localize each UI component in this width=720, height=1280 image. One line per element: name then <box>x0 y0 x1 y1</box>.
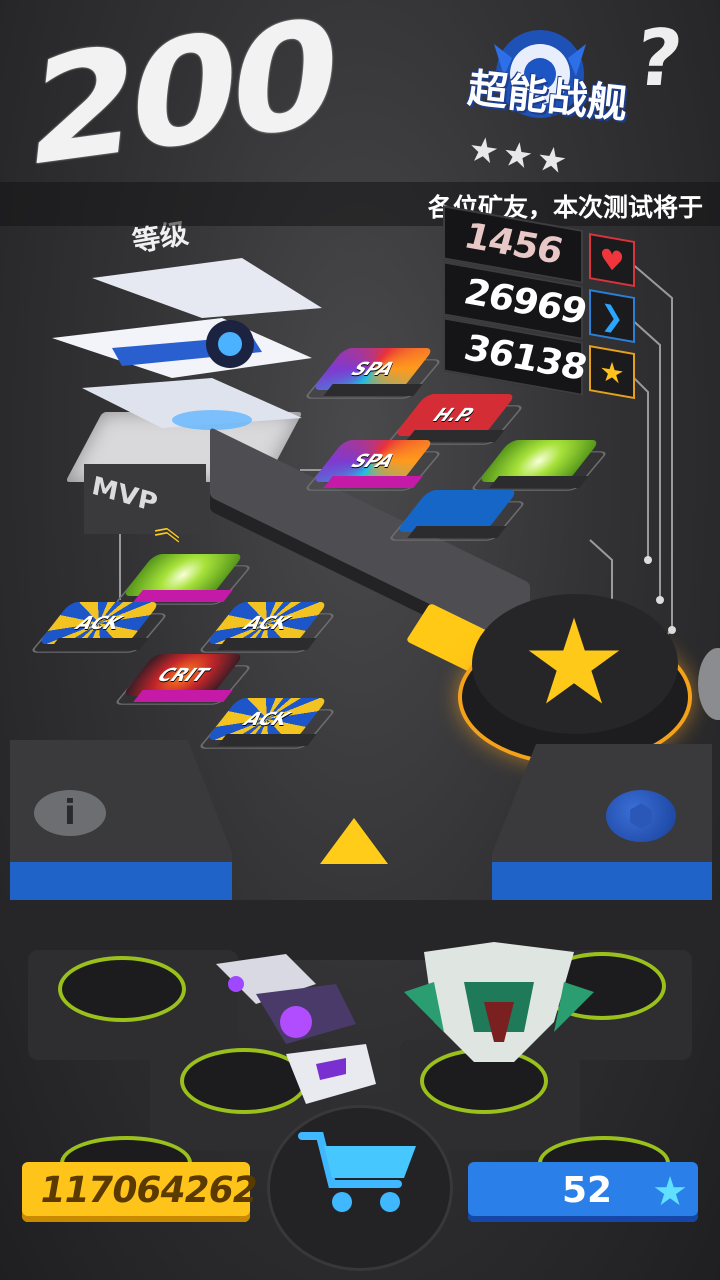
robot-purple[interactable] <box>196 944 396 1124</box>
speed-chevron-icon: ❯ <box>589 288 635 344</box>
chevron-up-icon: ︽ <box>154 510 181 548</box>
gem-balance-value: 52 <box>562 1170 613 1211</box>
coin-balance-value: 117064262 <box>36 1170 261 1211</box>
robot-slot[interactable] <box>58 956 186 1022</box>
game-screen: 200 等级 超能战舰 ★★★ ? 各位矿友，本次测试将于 1456 ♥ 269… <box>0 0 720 1280</box>
stat-hp-value: 1456 <box>459 216 567 273</box>
star-launch-button[interactable]: ★ <box>462 594 688 764</box>
gem-balance[interactable]: 52 ★ <box>468 1162 698 1222</box>
level-number: 200 <box>20 0 342 201</box>
robot-green[interactable] <box>404 942 594 1072</box>
shopping-cart-icon <box>298 1132 416 1212</box>
ball-icon[interactable]: ⬢ <box>606 790 676 842</box>
coin-balance: 117064262 <box>22 1162 260 1222</box>
scroll-up-arrow-icon[interactable] <box>320 818 388 864</box>
spaceship-model[interactable] <box>52 248 332 458</box>
heart-icon: ♥ <box>589 232 635 288</box>
star-icon: ★ <box>589 344 635 400</box>
star-icon: ★ <box>652 1169 688 1215</box>
module-tile-ack[interactable]: ACK <box>197 696 337 762</box>
help-button[interactable]: ? <box>620 14 698 104</box>
info-button[interactable]: i <box>34 790 106 836</box>
announcement-marquee: 各位矿友，本次测试将于 <box>0 182 720 226</box>
star-icon: ★ <box>521 593 627 731</box>
module-tile-blue[interactable] <box>387 488 527 554</box>
